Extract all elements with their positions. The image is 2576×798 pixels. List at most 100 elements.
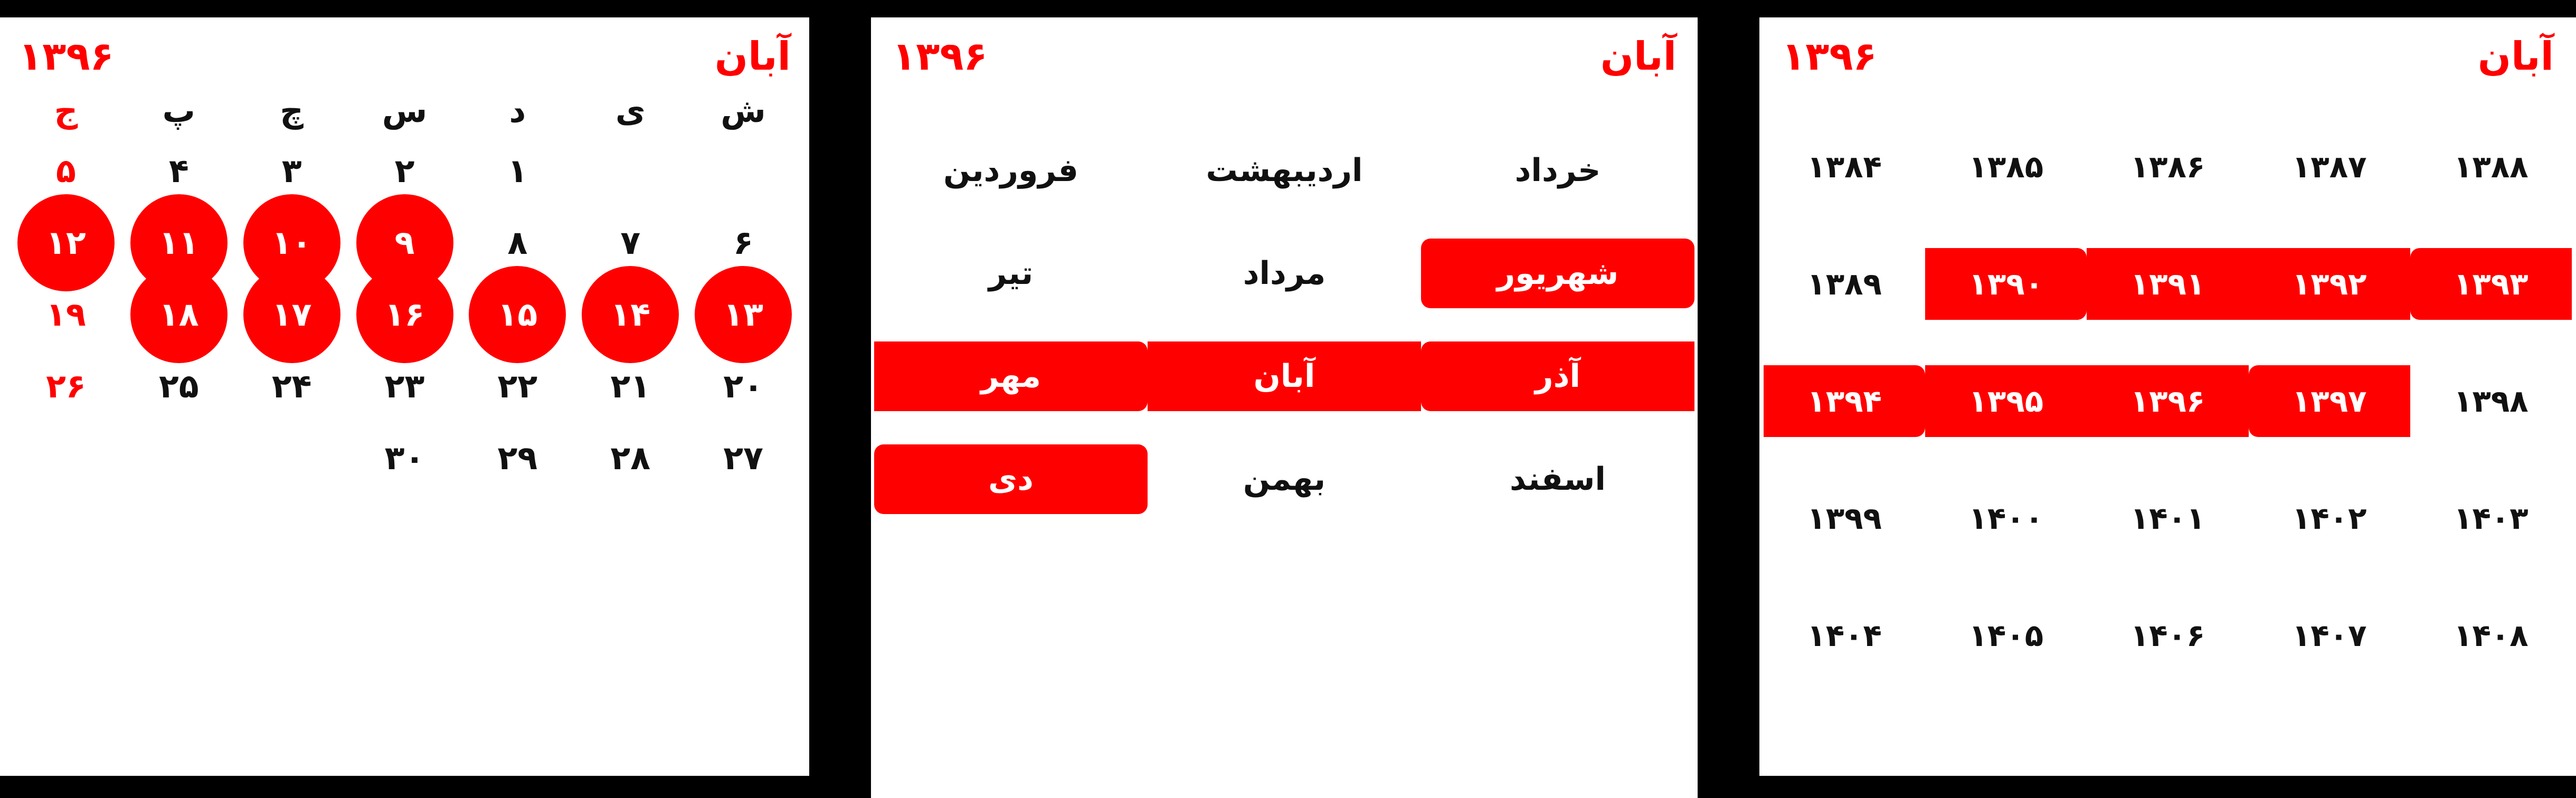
year-cell[interactable]: ۱۳۸۸ — [2410, 108, 2572, 225]
year-cell[interactable]: ۱۴۰۸ — [2410, 577, 2572, 694]
month-cell[interactable]: مرداد — [1148, 222, 1421, 325]
year-cell[interactable]: ۱۳۸۴ — [1764, 108, 1925, 225]
month-chip[interactable]: خرداد — [1421, 136, 1694, 205]
month-chip[interactable]: تیر — [874, 239, 1148, 308]
year-chip[interactable]: ۱۳۸۴ — [1764, 131, 1925, 203]
month-cell[interactable]: آبان — [1148, 325, 1421, 428]
year-cell[interactable]: ۱۳۹۱ — [2087, 225, 2249, 343]
month-cell[interactable]: آذر — [1421, 325, 1694, 428]
year-cell[interactable]: ۱۳۹۰ — [1925, 225, 2087, 343]
year-chip-selected[interactable]: ۱۳۹۴ — [1764, 365, 1926, 437]
month-chip[interactable]: بهمن — [1148, 444, 1421, 514]
month-chip-selected[interactable]: آذر — [1421, 341, 1694, 411]
year-cell[interactable]: ۱۳۹۶ — [2087, 343, 2249, 460]
year-cell[interactable]: ۱۳۸۷ — [2249, 108, 2410, 225]
month-cell[interactable]: اردیبهشت — [1148, 119, 1421, 222]
year-chip[interactable]: ۱۴۰۲ — [2249, 482, 2410, 554]
month-chip[interactable]: مرداد — [1148, 239, 1421, 308]
day-cell[interactable]: ۳۰ — [348, 422, 461, 494]
year-chip[interactable]: ۱۳۸۸ — [2410, 131, 2572, 203]
month-cell[interactable]: بهمن — [1148, 428, 1421, 530]
year-cell[interactable]: ۱۳۹۴ — [1764, 343, 1926, 460]
day-grid: ۱ ۲ ۳ ۴ ۵ ۶ ۷ ۸ ۹ ۱۰ ۱۱ ۱۲ ۱۳ ۱۴ ۱۵ ۱۶ ۱۷ ۱۸ ۱۹ ۲۰ ۲۱ ۲۲ ۲۳ ۲۴ ۲… — [0, 135, 809, 494]
year-chip-selected[interactable]: ۱۳۹۶ — [2087, 365, 2249, 437]
year-chip[interactable]: ۱۴۰۷ — [2249, 600, 2410, 671]
year-cell[interactable]: ۱۴۰۶ — [2087, 577, 2248, 694]
year-cell[interactable]: ۱۳۹۳ — [2410, 225, 2572, 343]
day-chip — [243, 410, 340, 507]
year-cell[interactable]: ۱۳۹۲ — [2248, 225, 2410, 343]
day-chip[interactable]: ۲۸ — [582, 410, 679, 507]
day-cell-empty — [235, 422, 348, 494]
year-cell[interactable]: ۱۳۹۹ — [1764, 460, 1925, 577]
month-cell[interactable]: دی — [874, 428, 1148, 530]
year-chip-selected[interactable]: ۱۳۹۵ — [1925, 365, 2087, 437]
year-cell[interactable]: ۱۳۹۵ — [1925, 343, 2087, 460]
day-chip[interactable]: ۲۹ — [469, 410, 566, 507]
day-picker-panel: آبان ۱۳۹۶ شیدسچپج ۱ ۲ ۳ ۴ ۵ ۶ ۷ ۸ ۹ ۱۰ ۱۱ ۱۲ ۱۳ ۱۴ ۱۵ ۱… — [0, 17, 809, 776]
year-chip[interactable]: ۱۴۰۵ — [1925, 600, 2087, 671]
year-cell[interactable]: ۱۳۸۵ — [1925, 108, 2087, 225]
year-cell[interactable]: ۱۴۰۴ — [1764, 577, 1925, 694]
year-cell[interactable]: ۱۳۸۶ — [2087, 108, 2248, 225]
month-cell[interactable]: تیر — [874, 222, 1148, 325]
year-cell[interactable]: ۱۴۰۱ — [2087, 460, 2248, 577]
header-month-label[interactable]: آبان — [1600, 37, 1677, 76]
year-cell[interactable]: ۱۴۰۲ — [2249, 460, 2410, 577]
day-cell[interactable]: ۲۸ — [574, 422, 687, 494]
year-cell[interactable]: ۱۴۰۷ — [2249, 577, 2410, 694]
year-chip-selected[interactable]: ۱۳۹۲ — [2248, 248, 2410, 320]
month-chip[interactable]: اردیبهشت — [1148, 136, 1421, 205]
day-chip — [17, 410, 115, 507]
day-cell[interactable]: ۲۷ — [687, 422, 800, 494]
year-chip-selected[interactable]: ۱۳۹۳ — [2410, 248, 2572, 320]
day-cell-empty — [122, 422, 235, 494]
year-cell[interactable]: ۱۳۹۸ — [2410, 343, 2572, 460]
year-chip[interactable]: ۱۳۸۷ — [2249, 131, 2410, 203]
month-cell[interactable]: شهریور — [1421, 222, 1694, 325]
year-cell[interactable]: ۱۴۰۰ — [1925, 460, 2087, 577]
month-chip-selected[interactable]: آبان — [1148, 341, 1421, 411]
year-chip[interactable]: ۱۳۸۵ — [1925, 131, 2087, 203]
month-cell[interactable]: مهر — [874, 325, 1148, 428]
month-cell[interactable]: فروردین — [874, 119, 1148, 222]
day-panel-header: آبان ۱۳۹۶ — [0, 17, 809, 81]
year-chip[interactable]: ۱۳۹۹ — [1764, 482, 1925, 554]
year-chip[interactable]: ۱۳۸۶ — [2087, 131, 2248, 203]
day-chip — [130, 410, 228, 507]
month-chip[interactable]: اسفند — [1421, 444, 1694, 514]
year-cell[interactable]: ۱۳۸۹ — [1764, 225, 1925, 343]
year-cell[interactable]: ۱۴۰۵ — [1925, 577, 2087, 694]
year-chip[interactable]: ۱۳۸۹ — [1764, 248, 1925, 320]
year-chip[interactable]: ۱۴۰۶ — [2087, 600, 2248, 671]
day-chip[interactable]: ۳۰ — [356, 410, 453, 507]
day-cell[interactable]: ۲۹ — [461, 422, 574, 494]
header-month-label[interactable]: آبان — [2478, 37, 2554, 76]
day-cell-empty — [10, 422, 122, 494]
year-chip-selected[interactable]: ۱۳۹۰ — [1925, 248, 2087, 320]
year-grid: ۱۳۸۸ ۱۳۸۷ ۱۳۸۶ ۱۳۸۵ ۱۳۸۴ ۱۳۹۳ ۱۳۹۲ ۱۳۹۱ ۱۳۹۰ ۱۳۸۹… — [1759, 108, 2576, 694]
month-grid: خرداد اردیبهشت فروردین شهریور مرداد تیر آذر آبا… — [871, 119, 1698, 530]
year-chip-selected[interactable]: ۱۳۹۷ — [2248, 365, 2410, 437]
month-cell[interactable]: اسفند — [1421, 428, 1694, 530]
year-chip-selected[interactable]: ۱۳۹۱ — [2087, 248, 2249, 320]
header-month-label[interactable]: آبان — [715, 37, 791, 76]
month-chip-selected[interactable]: دی — [874, 444, 1148, 514]
year-chip[interactable]: ۱۴۰۳ — [2410, 482, 2572, 554]
year-cell[interactable]: ۱۳۹۷ — [2248, 343, 2410, 460]
month-panel-header: آبان ۱۳۹۶ — [871, 17, 1698, 81]
header-year-label[interactable]: ۱۳۹۶ — [892, 37, 988, 76]
year-chip[interactable]: ۱۴۰۱ — [2087, 482, 2248, 554]
month-chip-selected[interactable]: شهریور — [1421, 238, 1694, 308]
month-cell[interactable]: خرداد — [1421, 119, 1694, 222]
year-cell[interactable]: ۱۴۰۳ — [2410, 460, 2572, 577]
header-year-label[interactable]: ۱۳۹۶ — [1782, 37, 1877, 76]
year-chip[interactable]: ۱۴۰۸ — [2410, 600, 2572, 671]
month-chip-selected[interactable]: مهر — [874, 341, 1148, 411]
year-chip[interactable]: ۱۴۰۴ — [1764, 600, 1925, 671]
header-year-label[interactable]: ۱۳۹۶ — [18, 37, 114, 76]
day-chip[interactable]: ۲۷ — [695, 410, 792, 507]
year-chip[interactable]: ۱۳۹۸ — [2410, 365, 2572, 437]
year-chip[interactable]: ۱۴۰۰ — [1925, 482, 2087, 554]
month-chip[interactable]: فروردین — [874, 136, 1148, 205]
